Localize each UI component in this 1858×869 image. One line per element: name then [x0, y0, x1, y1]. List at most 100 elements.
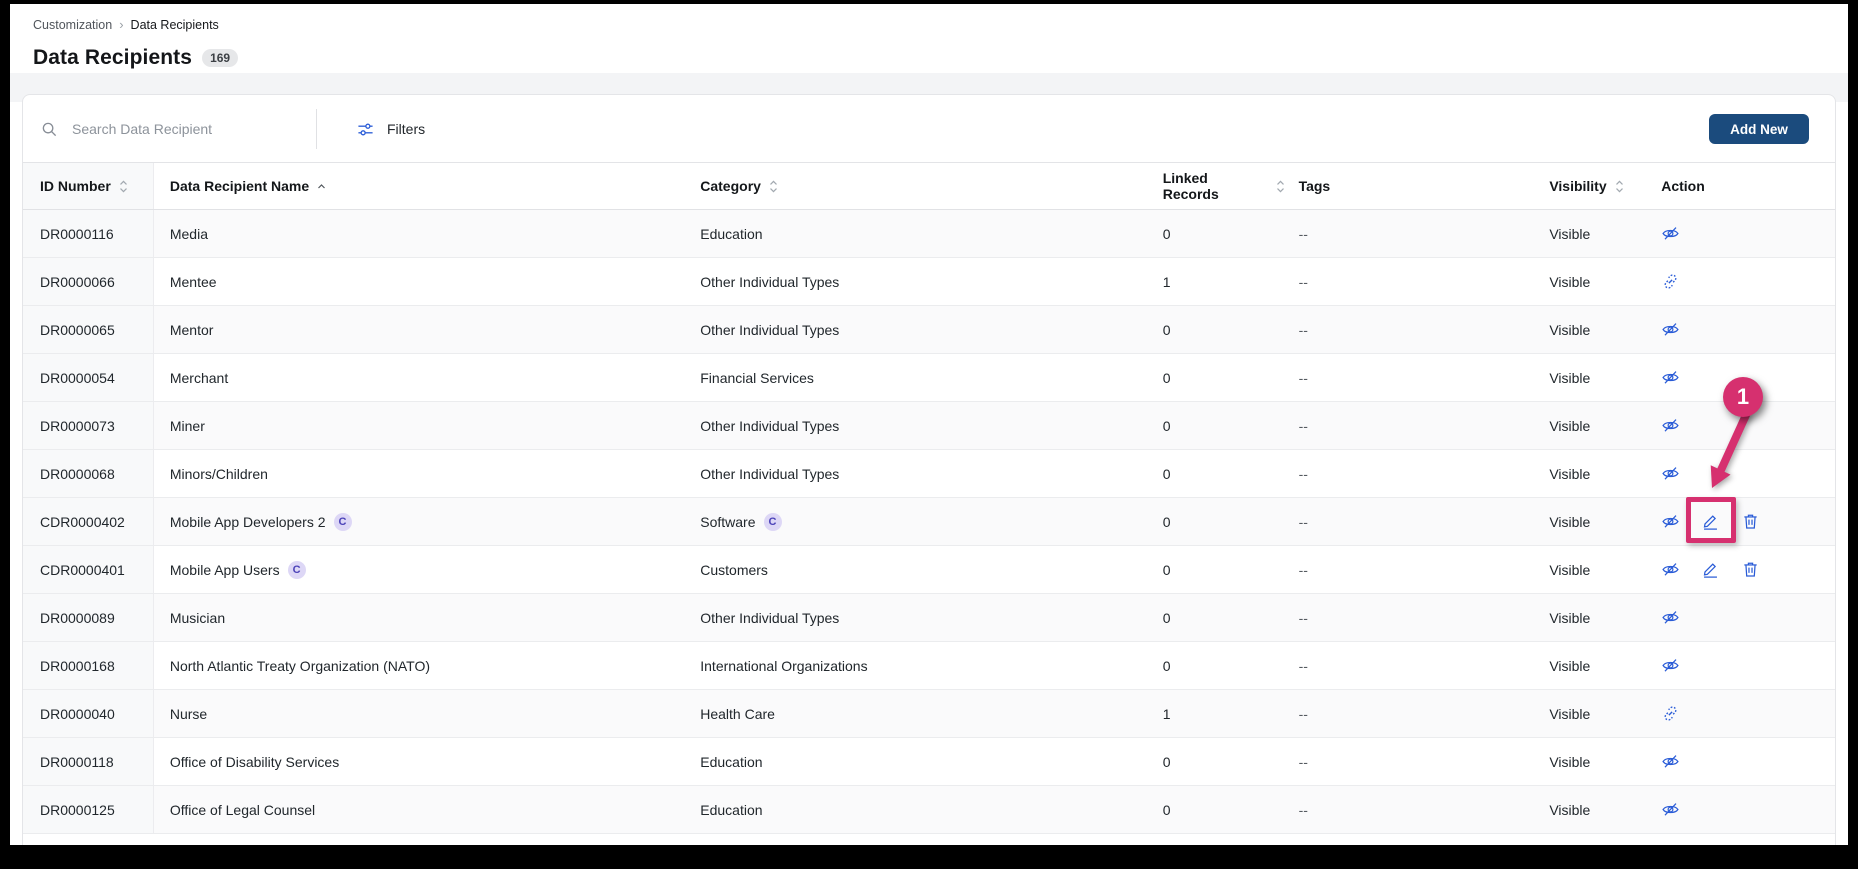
id-number-text: DR0000089 [40, 609, 115, 626]
hide-visibility-icon[interactable] [1661, 464, 1680, 483]
tags-text: -- [1298, 465, 1308, 482]
visibility-text: Visible [1549, 753, 1591, 770]
tags-text: -- [1298, 273, 1308, 290]
table-row-DR0000054: DR0000054 Merchant Financial Services 0 -- Vi… [23, 354, 1835, 402]
content-window: Customization › Data Recipients Data Rec… [10, 4, 1848, 845]
linked-records-text: 0 [1162, 417, 1171, 434]
cell-tags: -- [1285, 354, 1530, 401]
sort-icon[interactable] [1615, 180, 1624, 193]
hide-visibility-icon[interactable] [1661, 608, 1680, 627]
linked-records-text: 0 [1162, 609, 1171, 626]
breadcrumb-data-recipients: Data Recipients [130, 17, 219, 32]
cell-category: Education [685, 738, 1149, 785]
cell-recipient-name: Office of Legal Counsel [154, 786, 685, 833]
recipient-name-text: Minors/Children [169, 465, 268, 482]
visibility-text: Visible [1549, 417, 1591, 434]
cell-id-number: DR0000125 [23, 786, 154, 833]
linked-records-text: 0 [1162, 369, 1171, 386]
hide-visibility-icon[interactable] [1661, 656, 1680, 675]
id-number-text: DR0000040 [40, 705, 115, 722]
add-new-button[interactable]: Add New [1709, 114, 1809, 144]
cell-linked-records: 0 [1150, 354, 1285, 401]
cell-category: Other Individual Types [685, 306, 1149, 353]
filters-button[interactable]: Filters [341, 95, 441, 163]
table-row-DR0000073: DR0000073 Miner Other Individual Types 0 -- V… [23, 402, 1835, 450]
category-text: Software [700, 513, 756, 530]
id-number-text: CDR0000401 [40, 561, 125, 578]
custom-badge: C [287, 560, 306, 579]
column-header-name[interactable]: Data Recipient Name [154, 163, 685, 209]
sort-ascending-icon[interactable] [317, 183, 326, 190]
cell-action [1644, 690, 1835, 737]
unlink-icon[interactable] [1661, 704, 1680, 723]
breadcrumb-customization[interactable]: Customization [33, 18, 112, 32]
tags-text: -- [1298, 753, 1308, 770]
column-header-id[interactable]: ID Number [23, 163, 154, 209]
table-row-DR0000065: DR0000065 Mentor Other Individual Types 0 --… [23, 306, 1835, 354]
delete-icon[interactable] [1741, 560, 1760, 579]
table-body: DR0000116 Media Education 0 -- Visible DR0000… [23, 210, 1835, 834]
cell-id-number: DR0000118 [23, 738, 154, 785]
cell-linked-records: 0 [1150, 306, 1285, 353]
column-header-visibility[interactable]: Visibility [1529, 163, 1644, 209]
sort-icon[interactable] [119, 180, 128, 193]
column-header-category[interactable]: Category [685, 163, 1149, 209]
edit-icon[interactable] [1701, 560, 1720, 579]
recipient-name-text: Office of Legal Counsel [169, 801, 316, 818]
category-text: International Organizations [700, 657, 868, 674]
cell-linked-records: 0 [1150, 402, 1285, 449]
cell-recipient-name: Musician [154, 594, 685, 641]
cell-tags: -- [1285, 546, 1530, 593]
sort-icon[interactable] [769, 180, 778, 193]
column-header-linked[interactable]: Linked Records [1150, 163, 1285, 209]
tags-text: -- [1298, 561, 1308, 578]
cell-visibility: Visible [1529, 450, 1644, 497]
tags-text: -- [1298, 801, 1308, 818]
recipient-name-text: Nurse [169, 705, 208, 722]
cell-tags: -- [1285, 498, 1530, 545]
cell-tags: -- [1285, 210, 1530, 257]
delete-icon[interactable] [1741, 512, 1760, 531]
table-row-DR0000066: DR0000066 Mentee Other Individual Types 1 --… [23, 258, 1835, 306]
search-placeholder: Search Data Recipient [72, 121, 213, 137]
table-row-DR0000040: DR0000040 Nurse Health Care 1 -- Visible [23, 690, 1835, 738]
cell-category: International Organizations [685, 642, 1149, 689]
cell-visibility: Visible [1529, 210, 1644, 257]
id-number-text: DR0000065 [40, 321, 115, 338]
cell-visibility: Visible [1529, 498, 1644, 545]
id-number-text: DR0000066 [40, 273, 115, 290]
sort-icon[interactable] [1276, 180, 1285, 193]
visibility-text: Visible [1549, 369, 1591, 386]
visibility-text: Visible [1549, 657, 1591, 674]
hide-visibility-icon[interactable] [1661, 224, 1680, 243]
hide-visibility-icon[interactable] [1661, 416, 1680, 435]
category-text: Other Individual Types [700, 321, 840, 338]
linked-records-text: 0 [1162, 801, 1171, 818]
id-number-text: DR0000068 [40, 465, 115, 482]
hide-visibility-icon[interactable] [1661, 368, 1680, 387]
search-input[interactable]: Search Data Recipient [23, 95, 316, 163]
hide-visibility-icon[interactable] [1661, 800, 1680, 819]
recipient-name-text: Mentor [169, 321, 214, 338]
table-row-CDR0000402: CDR0000402 Mobile App Developers 2 C Softwa… [23, 498, 1835, 546]
unlink-icon[interactable] [1661, 272, 1680, 291]
table-row-DR0000118: DR0000118 Office of Disability Services Ed… [23, 738, 1835, 786]
cell-action [1644, 738, 1835, 785]
visibility-text: Visible [1549, 705, 1591, 722]
cell-action [1644, 786, 1835, 833]
cell-tags: -- [1285, 594, 1530, 641]
hide-visibility-icon[interactable] [1661, 560, 1680, 579]
table-row-CDR0000401: CDR0000401 Mobile App Users C Customers 0 -- V… [23, 546, 1835, 594]
cell-visibility: Visible [1529, 690, 1644, 737]
hide-visibility-icon[interactable] [1661, 320, 1680, 339]
recipient-name-text: North Atlantic Treaty Organization (NATO… [169, 657, 430, 674]
hide-visibility-icon[interactable] [1661, 752, 1680, 771]
breadcrumb: Customization › Data Recipients [33, 17, 219, 32]
cell-tags: -- [1285, 738, 1530, 785]
recipient-name-text: Mobile App Developers 2 [169, 513, 326, 530]
cell-visibility: Visible [1529, 354, 1644, 401]
cell-linked-records: 0 [1150, 498, 1285, 545]
visibility-text: Visible [1549, 513, 1591, 530]
cell-action [1644, 210, 1835, 257]
hide-visibility-icon[interactable] [1661, 512, 1680, 531]
